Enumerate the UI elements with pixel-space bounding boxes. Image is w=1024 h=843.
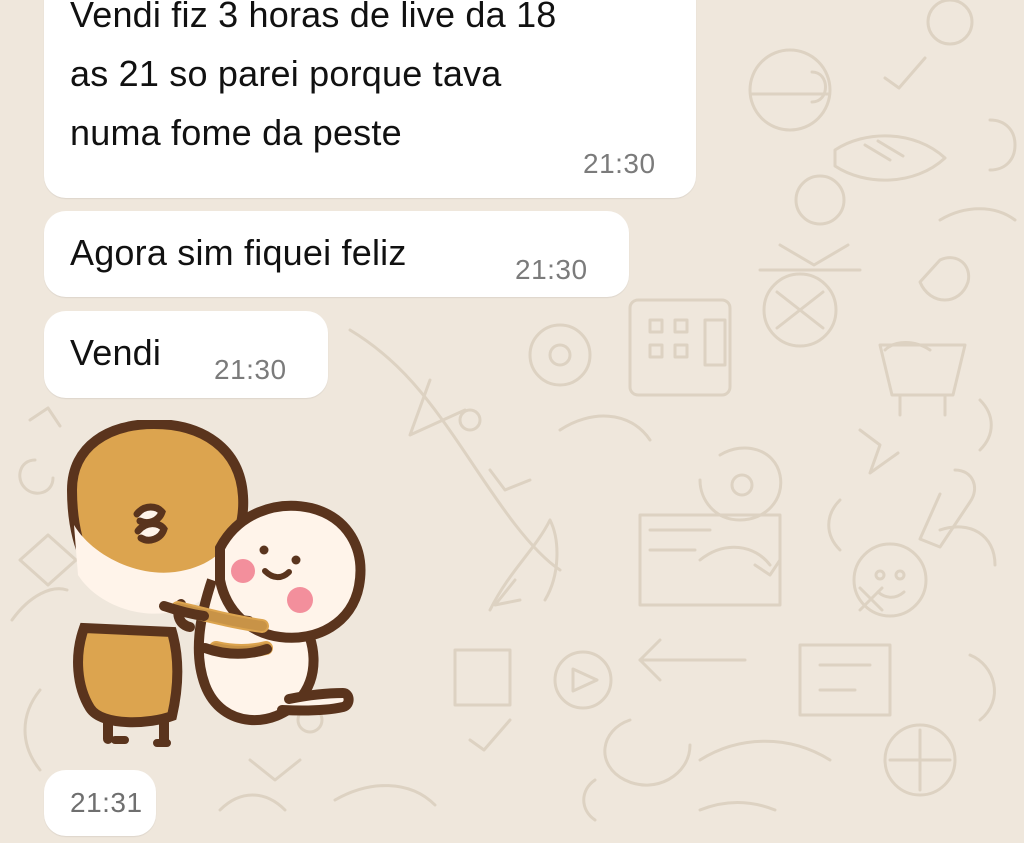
sticker-timestamp-pill[interactable]: 21:31 <box>44 770 156 836</box>
message-text-line: Vendi fiz 3 horas de live da 18 <box>70 0 557 35</box>
message-text-line: numa fome da peste <box>70 112 402 153</box>
message-bubble[interactable]: Vendi fiz 3 horas de live da 18 as 21 so… <box>44 0 696 198</box>
message-timestamp: 21:30 <box>214 354 287 385</box>
message-text-line: Agora sim fiquei feliz <box>70 232 407 273</box>
message-text-line: as 21 so parei porque tava <box>70 53 502 94</box>
chat-thread: Vendi fiz 3 horas de live da 18 as 21 so… <box>0 0 1024 843</box>
message-timestamp: 21:30 <box>583 148 656 179</box>
hugging-sticker[interactable] <box>60 420 380 760</box>
message-text-line: Vendi <box>70 332 162 373</box>
message-bubble[interactable]: Vendi 21:30 <box>44 311 328 398</box>
message-bubble[interactable]: Agora sim fiquei feliz 21:30 <box>44 211 629 297</box>
message-timestamp: 21:30 <box>515 254 588 285</box>
message-timestamp: 21:31 <box>70 787 143 818</box>
